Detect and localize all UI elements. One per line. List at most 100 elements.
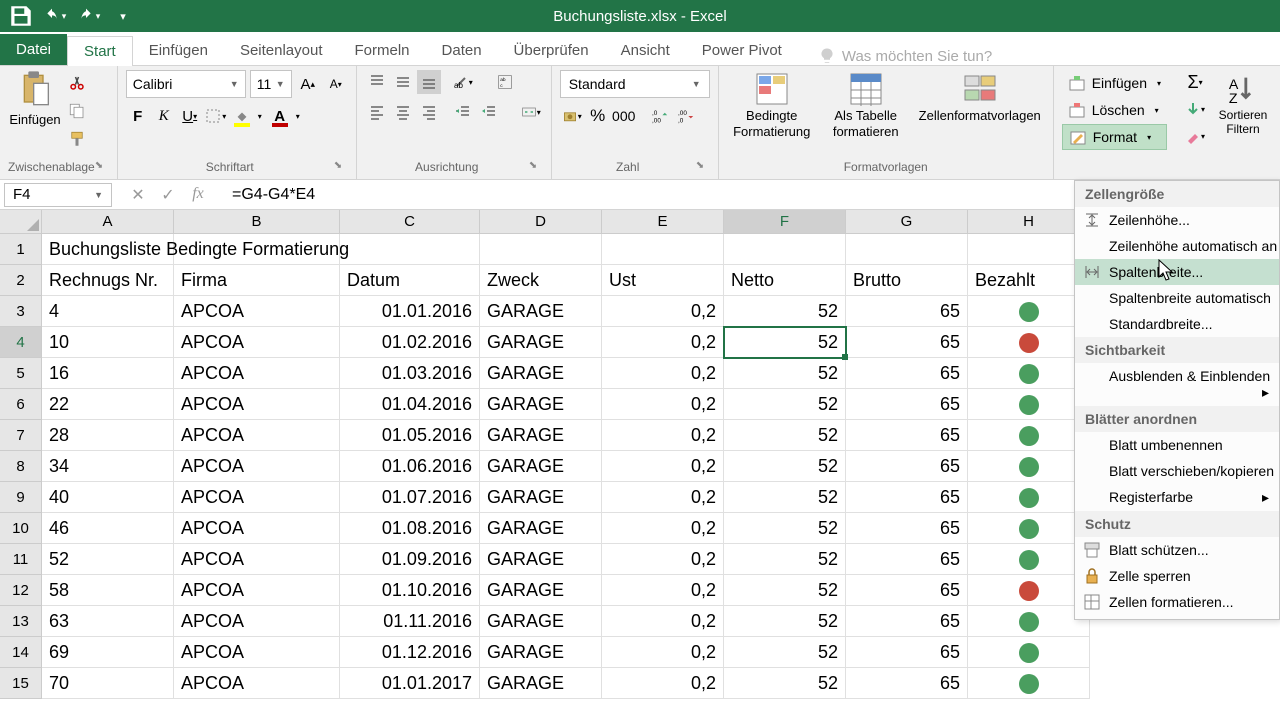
font-name-select[interactable]: Calibri▼ — [126, 70, 246, 98]
tab-pagelayout[interactable]: Seitenlayout — [224, 36, 339, 65]
cell[interactable] — [724, 234, 846, 265]
cell[interactable]: APCOA — [174, 327, 340, 358]
cell[interactable]: 52 — [724, 296, 846, 327]
cell[interactable]: 01.09.2016 — [340, 544, 480, 575]
menu-hide-unhide[interactable]: Ausblenden & Einblenden▸ — [1075, 363, 1279, 406]
cell[interactable]: 0,2 — [602, 513, 724, 544]
cell[interactable]: 01.01.2017 — [340, 668, 480, 699]
cell[interactable]: 0,2 — [602, 358, 724, 389]
cell[interactable]: 01.02.2016 — [340, 327, 480, 358]
row-header[interactable]: 4 — [0, 327, 42, 358]
cell[interactable]: 65 — [846, 637, 968, 668]
border-button[interactable]: ▾ — [204, 104, 228, 128]
row-header[interactable]: 13 — [0, 606, 42, 637]
cell[interactable]: 65 — [846, 606, 968, 637]
cell[interactable] — [968, 668, 1090, 699]
cell[interactable]: 0,2 — [602, 420, 724, 451]
decrease-decimal[interactable]: ,00,0 — [674, 104, 698, 128]
cell[interactable] — [968, 575, 1090, 606]
row-header[interactable]: 6 — [0, 389, 42, 420]
cell[interactable]: 01.07.2016 — [340, 482, 480, 513]
tab-data[interactable]: Daten — [426, 36, 498, 65]
grow-font[interactable]: A▴ — [296, 72, 320, 96]
cell[interactable]: 52 — [42, 544, 174, 575]
cell[interactable]: 01.11.2016 — [340, 606, 480, 637]
cell[interactable] — [968, 234, 1090, 265]
cell[interactable]: 65 — [846, 668, 968, 699]
col-header[interactable]: G — [846, 210, 968, 234]
tab-view[interactable]: Ansicht — [605, 36, 686, 65]
bold-button[interactable]: F — [126, 104, 150, 128]
cell[interactable]: 65 — [846, 575, 968, 606]
merge-center[interactable]: ▾ — [519, 100, 543, 124]
cell[interactable]: Bezahlt — [968, 265, 1090, 296]
cell[interactable]: 16 — [42, 358, 174, 389]
cell[interactable]: 22 — [42, 389, 174, 420]
row-header[interactable]: 10 — [0, 513, 42, 544]
menu-move-sheet[interactable]: Blatt verschieben/kopieren — [1075, 458, 1279, 484]
align-right[interactable] — [417, 100, 441, 124]
accounting-format[interactable]: ▾ — [560, 104, 584, 128]
cell[interactable]: GARAGE — [480, 637, 602, 668]
cell[interactable] — [968, 451, 1090, 482]
cell[interactable]: GARAGE — [480, 420, 602, 451]
cell[interactable] — [968, 544, 1090, 575]
cell[interactable]: APCOA — [174, 451, 340, 482]
cell[interactable]: 4 — [42, 296, 174, 327]
cell[interactable]: 52 — [724, 544, 846, 575]
accept-formula[interactable]: ✓ — [158, 185, 178, 205]
cell[interactable] — [968, 358, 1090, 389]
cell[interactable] — [602, 234, 724, 265]
cell[interactable]: 0,2 — [602, 389, 724, 420]
cell[interactable]: 0,2 — [602, 575, 724, 606]
cell[interactable] — [968, 389, 1090, 420]
cell[interactable] — [340, 234, 480, 265]
tell-me[interactable]: Was möchten Sie tun? — [818, 47, 992, 65]
font-size-select[interactable]: 11▼ — [250, 70, 292, 98]
row-header[interactable]: 5 — [0, 358, 42, 389]
select-all-corner[interactable] — [0, 210, 42, 234]
cell[interactable]: GARAGE — [480, 327, 602, 358]
row-header[interactable]: 14 — [0, 637, 42, 668]
format-cells-menu[interactable]: Format▾ — [1062, 124, 1167, 150]
menu-autofit-row[interactable]: Zeilenhöhe automatisch an — [1075, 233, 1279, 259]
percent-format[interactable]: % — [586, 104, 610, 128]
clipboard-launcher[interactable]: ⬊ — [95, 160, 109, 174]
number-launcher[interactable]: ⬊ — [696, 160, 710, 174]
cell[interactable]: 65 — [846, 296, 968, 327]
cell[interactable]: Rechnugs Nr. — [42, 265, 174, 296]
cell[interactable] — [480, 234, 602, 265]
cell[interactable]: APCOA — [174, 296, 340, 327]
redo-button[interactable]: ▾ — [76, 3, 102, 29]
cell[interactable] — [968, 513, 1090, 544]
cell[interactable]: 0,2 — [602, 544, 724, 575]
cell[interactable]: APCOA — [174, 544, 340, 575]
cell[interactable] — [968, 606, 1090, 637]
cell[interactable] — [968, 327, 1090, 358]
cell[interactable]: GARAGE — [480, 544, 602, 575]
cell[interactable]: 28 — [42, 420, 174, 451]
menu-rename-sheet[interactable]: Blatt umbenennen — [1075, 432, 1279, 458]
menu-row-height[interactable]: Zeilenhöhe... — [1075, 207, 1279, 233]
menu-autofit-column[interactable]: Spaltenbreite automatisch — [1075, 285, 1279, 311]
cell[interactable]: APCOA — [174, 606, 340, 637]
comma-format[interactable]: 000 — [612, 104, 636, 128]
cell[interactable]: 69 — [42, 637, 174, 668]
sort-filter[interactable]: AZSortierenFiltern — [1213, 70, 1273, 148]
cell[interactable]: 01.03.2016 — [340, 358, 480, 389]
cell[interactable]: APCOA — [174, 637, 340, 668]
tab-review[interactable]: Überprüfen — [498, 36, 605, 65]
cell[interactable]: GARAGE — [480, 358, 602, 389]
decrease-indent[interactable] — [451, 100, 475, 124]
cell[interactable]: 0,2 — [602, 327, 724, 358]
fill[interactable]: ▾ — [1183, 97, 1207, 121]
name-box[interactable]: F4▼ — [4, 183, 112, 207]
cell[interactable]: GARAGE — [480, 668, 602, 699]
cell[interactable]: 65 — [846, 420, 968, 451]
cell[interactable]: 01.12.2016 — [340, 637, 480, 668]
row-header[interactable]: 9 — [0, 482, 42, 513]
wrap-text[interactable]: abc — [493, 70, 517, 94]
cell[interactable]: 52 — [724, 637, 846, 668]
cell[interactable]: 65 — [846, 513, 968, 544]
row-header[interactable]: 8 — [0, 451, 42, 482]
